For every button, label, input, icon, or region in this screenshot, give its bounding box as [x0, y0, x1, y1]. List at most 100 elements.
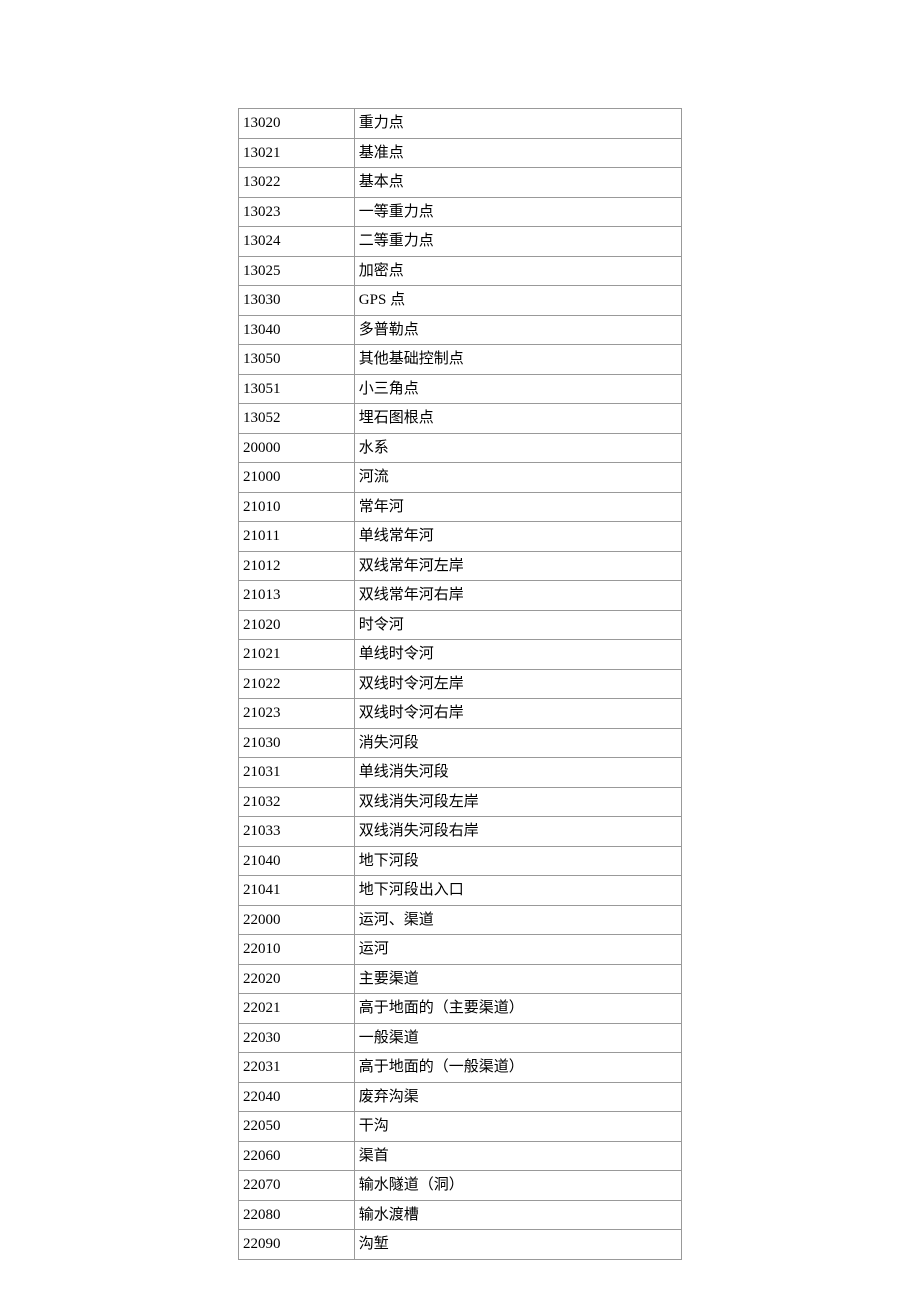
code-cell: 13024: [239, 227, 355, 257]
name-cell: 小三角点: [354, 374, 681, 404]
name-cell: 重力点: [354, 109, 681, 139]
name-cell: 地下河段: [354, 846, 681, 876]
table-row: 13023一等重力点: [239, 197, 682, 227]
table-body: 13020重力点13021基准点13022基本点13023一等重力点13024二…: [239, 109, 682, 1260]
code-cell: 21031: [239, 758, 355, 788]
code-cell: 21012: [239, 551, 355, 581]
table-row: 21012双线常年河左岸: [239, 551, 682, 581]
name-cell: 废弃沟渠: [354, 1082, 681, 1112]
code-cell: 21040: [239, 846, 355, 876]
table-row: 13022基本点: [239, 168, 682, 198]
code-cell: 21021: [239, 640, 355, 670]
table-row: 21000河流: [239, 463, 682, 493]
name-cell: 其他基础控制点: [354, 345, 681, 375]
table-row: 22020主要渠道: [239, 964, 682, 994]
name-cell: 河流: [354, 463, 681, 493]
code-cell: 22031: [239, 1053, 355, 1083]
name-cell: 加密点: [354, 256, 681, 286]
code-cell: 13050: [239, 345, 355, 375]
code-cell: 13023: [239, 197, 355, 227]
code-cell: 21030: [239, 728, 355, 758]
table-row: 21013双线常年河右岸: [239, 581, 682, 611]
name-cell: 沟堑: [354, 1230, 681, 1260]
table-row: 22070输水隧道（洞）: [239, 1171, 682, 1201]
table-row: 13050其他基础控制点: [239, 345, 682, 375]
name-cell: 埋石图根点: [354, 404, 681, 434]
name-cell: 主要渠道: [354, 964, 681, 994]
name-cell: 双线消失河段右岸: [354, 817, 681, 847]
name-cell: 渠首: [354, 1141, 681, 1171]
code-cell: 13040: [239, 315, 355, 345]
code-cell: 20000: [239, 433, 355, 463]
code-cell: 13021: [239, 138, 355, 168]
name-cell: 多普勒点: [354, 315, 681, 345]
name-cell: 二等重力点: [354, 227, 681, 257]
name-cell: 高于地面的（主要渠道）: [354, 994, 681, 1024]
code-cell: 22021: [239, 994, 355, 1024]
name-cell: 输水渡槽: [354, 1200, 681, 1230]
table-row: 13040多普勒点: [239, 315, 682, 345]
code-cell: 22040: [239, 1082, 355, 1112]
code-cell: 21022: [239, 669, 355, 699]
name-cell: 水系: [354, 433, 681, 463]
code-cell: 13051: [239, 374, 355, 404]
code-cell: 22070: [239, 1171, 355, 1201]
code-table-container: 13020重力点13021基准点13022基本点13023一等重力点13024二…: [238, 108, 682, 1260]
table-row: 13052埋石图根点: [239, 404, 682, 434]
code-cell: 13020: [239, 109, 355, 139]
name-cell: 输水隧道（洞）: [354, 1171, 681, 1201]
code-cell: 21000: [239, 463, 355, 493]
table-row: 22040废弃沟渠: [239, 1082, 682, 1112]
code-cell: 22080: [239, 1200, 355, 1230]
code-cell: 21023: [239, 699, 355, 729]
code-cell: 21041: [239, 876, 355, 906]
code-cell: 13052: [239, 404, 355, 434]
name-cell: 运河: [354, 935, 681, 965]
code-cell: 21010: [239, 492, 355, 522]
code-cell: 22090: [239, 1230, 355, 1260]
code-cell: 22030: [239, 1023, 355, 1053]
table-row: 22030一般渠道: [239, 1023, 682, 1053]
table-row: 22000运河、渠道: [239, 905, 682, 935]
code-table: 13020重力点13021基准点13022基本点13023一等重力点13024二…: [238, 108, 682, 1260]
table-row: 21021单线时令河: [239, 640, 682, 670]
table-row: 22010运河: [239, 935, 682, 965]
name-cell: 单线常年河: [354, 522, 681, 552]
table-row: 13020重力点: [239, 109, 682, 139]
name-cell: 基准点: [354, 138, 681, 168]
code-cell: 13022: [239, 168, 355, 198]
table-row: 13030GPS 点: [239, 286, 682, 316]
name-cell: 高于地面的（一般渠道）: [354, 1053, 681, 1083]
code-cell: 21032: [239, 787, 355, 817]
name-cell: 一般渠道: [354, 1023, 681, 1053]
name-cell: 单线时令河: [354, 640, 681, 670]
name-cell: 双线消失河段左岸: [354, 787, 681, 817]
name-cell: 一等重力点: [354, 197, 681, 227]
table-row: 21033双线消失河段右岸: [239, 817, 682, 847]
name-cell: 消失河段: [354, 728, 681, 758]
table-row: 21032双线消失河段左岸: [239, 787, 682, 817]
name-cell: 双线常年河左岸: [354, 551, 681, 581]
table-row: 22031高于地面的（一般渠道）: [239, 1053, 682, 1083]
name-cell: GPS 点: [354, 286, 681, 316]
table-row: 21023双线时令河右岸: [239, 699, 682, 729]
code-cell: 21011: [239, 522, 355, 552]
table-row: 22050干沟: [239, 1112, 682, 1142]
table-row: 21031单线消失河段: [239, 758, 682, 788]
name-cell: 运河、渠道: [354, 905, 681, 935]
code-cell: 21033: [239, 817, 355, 847]
table-row: 21040地下河段: [239, 846, 682, 876]
table-row: 13051小三角点: [239, 374, 682, 404]
name-cell: 常年河: [354, 492, 681, 522]
table-row: 21010常年河: [239, 492, 682, 522]
table-row: 22090沟堑: [239, 1230, 682, 1260]
name-cell: 单线消失河段: [354, 758, 681, 788]
table-row: 20000水系: [239, 433, 682, 463]
table-row: 21022双线时令河左岸: [239, 669, 682, 699]
code-cell: 21013: [239, 581, 355, 611]
name-cell: 双线时令河右岸: [354, 699, 681, 729]
name-cell: 双线常年河右岸: [354, 581, 681, 611]
code-cell: 22050: [239, 1112, 355, 1142]
table-row: 21030消失河段: [239, 728, 682, 758]
code-cell: 22060: [239, 1141, 355, 1171]
